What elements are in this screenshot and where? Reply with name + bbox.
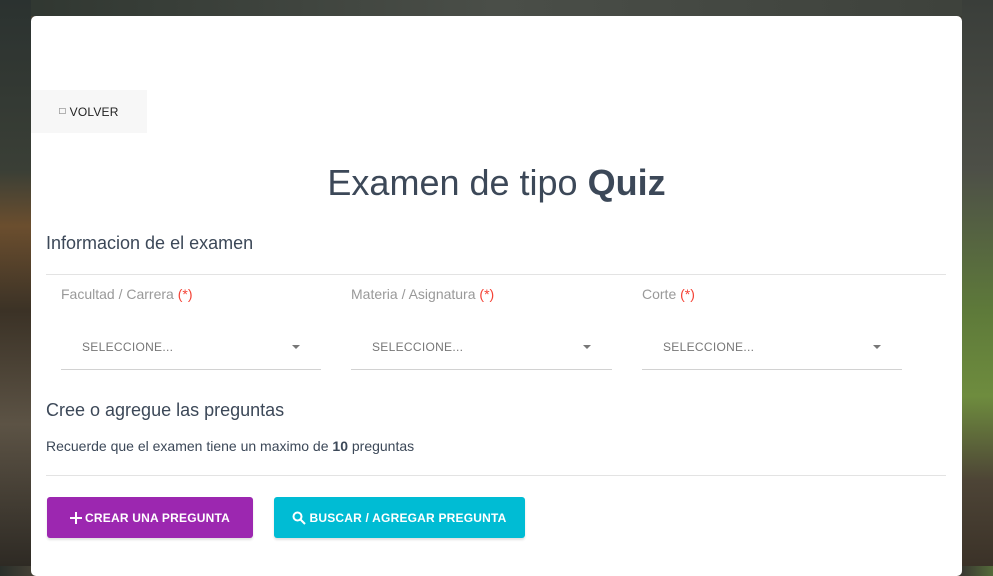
- facultad-select-value: SELECCIONE...: [82, 340, 174, 354]
- background-right: [962, 0, 993, 566]
- chevron-down-icon: [873, 345, 881, 349]
- field-corte: Corte (*) SELECCIONE...: [642, 286, 902, 370]
- divider: [46, 475, 946, 476]
- search-icon: [292, 511, 307, 525]
- search-add-question-button[interactable]: BUSCAR / AGREGAR PREGUNTA: [274, 497, 525, 538]
- field-facultad: Facultad / Carrera (*) SELECCIONE...: [61, 286, 321, 370]
- exam-card: □ VOLVER Examen de tipo Quiz Informacion…: [31, 16, 962, 576]
- background-top: [0, 0, 993, 16]
- page-title-bold: Quiz: [587, 162, 666, 203]
- section-info-title: Informacion de el examen: [46, 233, 254, 253]
- corte-select[interactable]: SELECCIONE...: [642, 325, 902, 370]
- materia-select[interactable]: SELECCIONE...: [351, 325, 612, 370]
- chevron-down-icon: [583, 345, 591, 349]
- back-button[interactable]: □ VOLVER: [31, 90, 147, 133]
- chevron-down-icon: [292, 345, 300, 349]
- back-button-label: VOLVER: [69, 104, 119, 119]
- facultad-select[interactable]: SELECCIONE...: [61, 325, 321, 370]
- create-question-button[interactable]: CREAR UNA PREGUNTA: [47, 497, 253, 538]
- divider: [46, 274, 946, 275]
- page-title-prefix: Examen de tipo: [327, 162, 588, 203]
- background-left: [0, 0, 31, 566]
- create-question-label: CREAR UNA PREGUNTA: [85, 510, 230, 525]
- questions-note: Recuerde que el examen tiene un maximo d…: [46, 438, 415, 454]
- field-materia-label: Materia / Asignatura (*): [351, 286, 495, 302]
- field-facultad-label: Facultad / Carrera (*): [61, 286, 193, 302]
- corte-select-value: SELECCIONE...: [663, 340, 755, 354]
- materia-select-value: SELECCIONE...: [372, 340, 464, 354]
- section-questions-title: Cree o agregue las preguntas: [46, 400, 285, 420]
- field-corte-label: Corte (*): [642, 286, 695, 302]
- arrow-left-icon: □: [59, 106, 66, 117]
- page-title: Examen de tipo Quiz: [31, 162, 962, 204]
- search-add-question-label: BUSCAR / AGREGAR PREGUNTA: [309, 510, 507, 525]
- plus-icon: [70, 511, 83, 524]
- field-materia: Materia / Asignatura (*) SELECCIONE...: [351, 286, 612, 370]
